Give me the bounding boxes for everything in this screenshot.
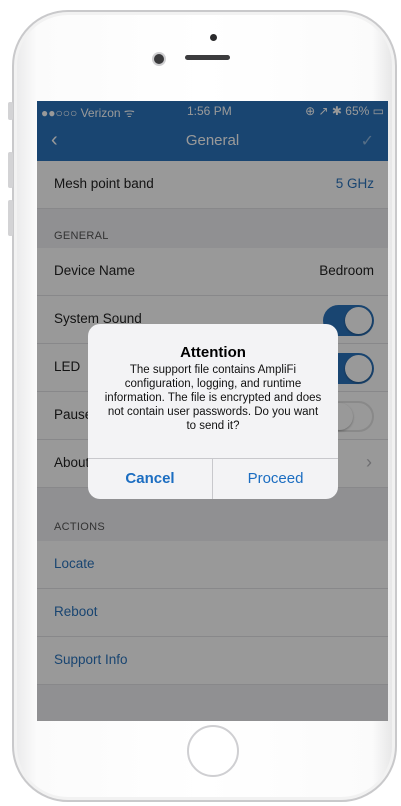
proximity-sensor [210,34,217,41]
proceed-button[interactable]: Proceed [213,459,338,499]
alert-title: Attention [180,344,246,361]
attention-alert-dialog: Attention The support file contains Ampl… [88,324,338,499]
cancel-button[interactable]: Cancel [88,459,212,499]
volume-up-button [8,152,13,188]
app-screen: ●●○○○ Verizon ᯤ 1:56 PM ⊕ ↗ ✱ 65% ▭ ‹ Ge… [37,101,388,721]
front-camera [154,54,164,64]
home-button[interactable] [187,725,239,777]
mute-switch [8,102,13,120]
volume-down-button [8,200,13,236]
alert-message: The support file contains AmpliFi config… [104,364,322,432]
earpiece-speaker [185,55,230,60]
